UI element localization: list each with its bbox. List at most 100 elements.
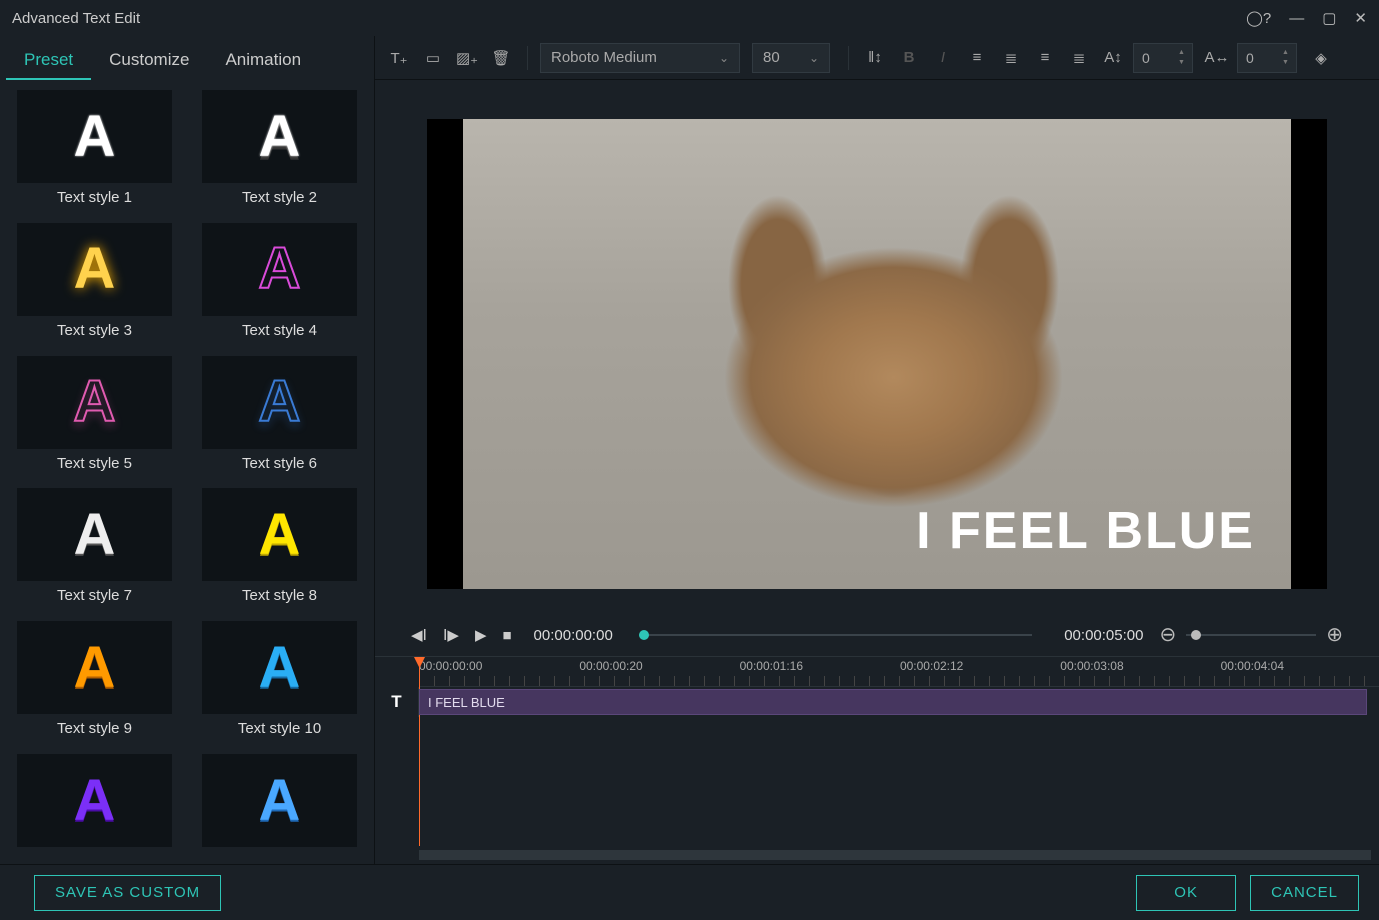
preset-label: Text style 4 [242, 316, 317, 347]
preset-thumb: A [17, 488, 172, 581]
preset-item[interactable]: AText style 6 [197, 356, 362, 483]
preset-sample-letter: A [259, 772, 301, 830]
save-as-custom-button[interactable]: SAVE AS CUSTOM [34, 875, 221, 911]
line-height-icon[interactable]: ‖↕ [861, 44, 889, 72]
preset-label: Text style 2 [242, 183, 317, 214]
preset-thumb: A [17, 754, 172, 847]
ruler-label: 00:00:04:04 [1221, 659, 1284, 673]
clip-label: I FEEL BLUE [428, 695, 505, 710]
text-clip[interactable]: I FEEL BLUE [419, 689, 1367, 715]
zoom-out-icon[interactable]: ⊖ [1159, 625, 1176, 645]
font-select-value: Roboto Medium [551, 49, 657, 66]
preview-canvas[interactable]: I FEEL BLUE [427, 119, 1327, 589]
timeline-playhead[interactable] [419, 657, 420, 846]
preset-item[interactable]: AText style 9 [12, 621, 177, 748]
help-icon[interactable]: ◯? [1246, 9, 1271, 27]
align-center-icon[interactable]: ≣ [997, 44, 1025, 72]
tab-customize[interactable]: Customize [91, 40, 207, 80]
preset-item[interactable]: A [197, 754, 362, 864]
preset-sample-letter: A [259, 506, 301, 564]
text-toolbar: T₊ ▭ ▨₊ 🗑 Roboto Medium ⌄ 80 ⌄ ‖↕ B I ≡ … [375, 36, 1379, 80]
preset-label: Text style 1 [57, 183, 132, 214]
step-back-icon[interactable]: ◀Ⅰ [411, 626, 427, 644]
preset-thumb: A [202, 90, 357, 183]
char-spacing-input[interactable]: 0 ▲▼ [1237, 43, 1297, 73]
preset-item[interactable]: A Text style 4 [197, 223, 362, 350]
preset-thumb: A [17, 223, 172, 316]
preset-item[interactable]: AText style 5 [12, 356, 177, 483]
playback-track[interactable] [639, 634, 1032, 636]
end-time: 00:00:05:00 [1064, 627, 1143, 644]
stop-icon[interactable]: ■ [502, 627, 511, 644]
preset-sample-letter: A [74, 373, 116, 431]
preset-sample-letter: A [259, 240, 301, 298]
scrollbar-thumb[interactable] [419, 850, 1371, 860]
preset-thumb: A [202, 621, 357, 714]
delete-icon[interactable]: 🗑 [487, 44, 515, 72]
preset-item[interactable]: A Text style 1 [12, 90, 177, 217]
preset-thumb: A [17, 621, 172, 714]
preset-item[interactable]: A Text style 2 [197, 90, 362, 217]
timeline-scrollbar[interactable] [419, 850, 1371, 860]
center-anchor-icon[interactable]: ◈ [1307, 44, 1335, 72]
align-right-icon[interactable]: ≡ [1031, 44, 1059, 72]
preset-sample-letter: A [74, 639, 116, 697]
preset-thumb: A [202, 488, 357, 581]
chevron-down-icon: ⌄ [719, 51, 729, 65]
right-panel: T₊ ▭ ▨₊ 🗑 Roboto Medium ⌄ 80 ⌄ ‖↕ B I ≡ … [375, 36, 1379, 864]
current-time: 00:00:00:00 [534, 627, 613, 644]
preset-label: Text style 6 [242, 449, 317, 480]
preset-thumb: A [17, 90, 172, 183]
preset-label: Text style 7 [57, 581, 132, 612]
close-icon[interactable]: ✕ [1354, 9, 1367, 27]
preset-item[interactable]: AText style 8 [197, 488, 362, 615]
preset-item[interactable]: AText style 3 [12, 223, 177, 350]
preset-sample-letter: A [74, 108, 116, 166]
tab-preset[interactable]: Preset [6, 40, 91, 80]
font-size-select[interactable]: 80 ⌄ [752, 43, 830, 73]
bold-button[interactable]: B [895, 44, 923, 72]
text-box-icon[interactable]: ▭ [419, 44, 447, 72]
zoom-slider[interactable] [1186, 634, 1316, 636]
minimize-icon[interactable]: — [1289, 10, 1304, 27]
zoom-in-icon[interactable]: ⊕ [1326, 625, 1343, 645]
text-track-row: T I FEEL BLUE [375, 687, 1379, 717]
add-text-icon[interactable]: T₊ [385, 44, 413, 72]
play-icon[interactable]: ▶ [475, 626, 487, 644]
preview-area: I FEEL BLUE [375, 80, 1379, 614]
playhead-dot[interactable] [639, 630, 649, 640]
preset-item[interactable]: AText style 7 [12, 488, 177, 615]
preset-label: Text style 10 [238, 714, 321, 745]
step-forward-icon[interactable]: Ⅰ▶ [443, 626, 459, 644]
ruler-label: 00:00:01:16 [740, 659, 803, 673]
align-left-icon[interactable]: ≡ [963, 44, 991, 72]
char-spacing-icon[interactable]: A↔ [1203, 44, 1231, 72]
tab-animation[interactable]: Animation [207, 40, 319, 80]
line-spacing-icon[interactable]: A↕ [1099, 44, 1127, 72]
maximize-icon[interactable]: ▢ [1322, 9, 1336, 27]
cancel-button[interactable]: CANCEL [1250, 875, 1359, 911]
preset-sample-letter: A [259, 108, 301, 166]
preset-label: Text style 3 [57, 316, 132, 347]
footer: SAVE AS CUSTOM OK CANCEL [0, 864, 1379, 920]
playback-controls: ◀Ⅰ Ⅰ▶ ▶ ■ 00:00:00:00 00:00:05:00 ⊖ ⊕ [375, 614, 1379, 656]
image-add-icon[interactable]: ▨₊ [453, 44, 481, 72]
zoom-handle[interactable] [1191, 630, 1201, 640]
preset-thumb: A [202, 754, 357, 847]
preset-item[interactable]: A Text style 10 [197, 621, 362, 748]
left-panel: Preset Customize Animation A Text style 1… [0, 36, 375, 864]
align-justify-icon[interactable]: ≣ [1065, 44, 1093, 72]
preset-sample-letter: A [259, 639, 301, 697]
ruler-label: 00:00:02:12 [900, 659, 963, 673]
line-spacing-input[interactable]: 0 ▲▼ [1133, 43, 1193, 73]
left-tabs: Preset Customize Animation [0, 36, 374, 80]
timeline: 00:00:00:0000:00:00:2000:00:01:1600:00:0… [375, 656, 1379, 864]
titlebar: Advanced Text Edit ◯? — ▢ ✕ [0, 0, 1379, 36]
italic-button[interactable]: I [929, 44, 957, 72]
overlay-text[interactable]: I FEEL BLUE [916, 501, 1255, 561]
ok-button[interactable]: OK [1136, 875, 1236, 911]
font-select[interactable]: Roboto Medium ⌄ [540, 43, 740, 73]
ruler-label: 00:00:03:08 [1060, 659, 1123, 673]
timeline-ruler[interactable]: 00:00:00:0000:00:00:2000:00:01:1600:00:0… [419, 657, 1379, 687]
preset-item[interactable]: A [12, 754, 177, 864]
